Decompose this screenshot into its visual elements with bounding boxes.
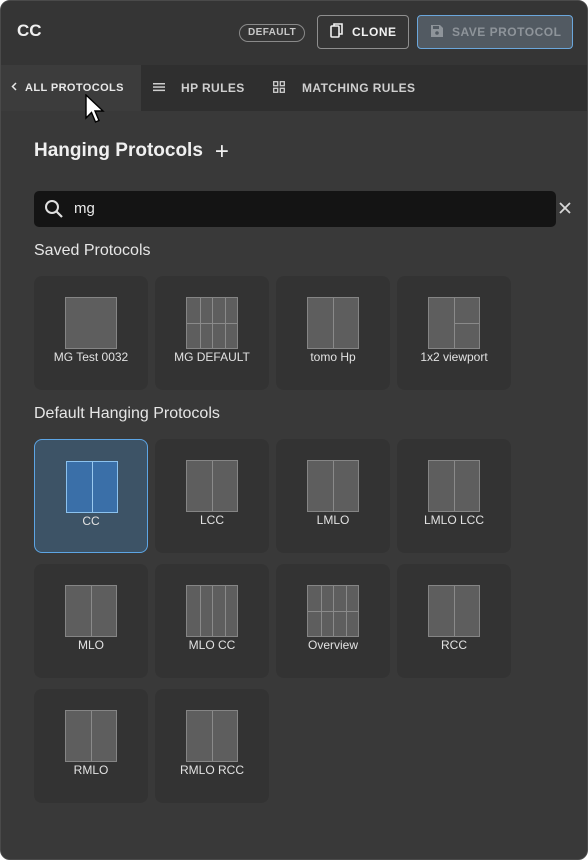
layout-thumbnail (65, 710, 117, 762)
close-icon[interactable] (558, 201, 572, 220)
save-protocol-label: SAVE PROTOCOL (452, 25, 562, 39)
protocol-card-label: CC (82, 514, 100, 528)
layout-thumbnail (428, 297, 480, 349)
page-title-row: Hanging Protocols + (34, 139, 229, 163)
protocol-card-label: MG Test 0032 (53, 350, 129, 364)
protocol-card[interactable]: LMLO (276, 439, 390, 553)
protocol-card-label: LCC (199, 513, 224, 527)
tab-hp-rules[interactable]: HP RULES (153, 65, 245, 111)
grid-icon (273, 80, 285, 96)
saved-protocols-heading: Saved Protocols (34, 242, 151, 259)
menu-lines-icon (153, 81, 165, 95)
protocol-card-label: LMLO LCC (423, 513, 485, 527)
tab-matching-rules-label: MATCHING RULES (302, 81, 416, 95)
protocol-panel: CC DEFAULT CLONE SAVE PROTOCOL ALL PROTO… (0, 0, 588, 860)
protocol-title: CC (17, 21, 42, 40)
save-protocol-button[interactable]: SAVE PROTOCOL (417, 15, 573, 49)
protocol-card[interactable]: MG Test 0032 (34, 276, 148, 390)
protocol-card-label: RCC (441, 638, 467, 652)
layout-thumbnail (307, 297, 359, 349)
protocol-card[interactable]: RMLO (34, 689, 148, 803)
save-icon (430, 24, 444, 41)
mouse-cursor-icon (85, 93, 107, 131)
protocol-card[interactable]: RCC (397, 564, 511, 678)
protocol-card-label: Overview (307, 638, 358, 652)
protocol-card-label: RMLO (73, 763, 109, 777)
protocol-card[interactable]: CC (34, 439, 148, 553)
header: CC DEFAULT CLONE SAVE PROTOCOL (1, 1, 587, 65)
layout-thumbnail (65, 297, 117, 349)
clone-button[interactable]: CLONE (317, 15, 409, 49)
protocol-card[interactable]: MG DEFAULT (155, 276, 269, 390)
copy-icon (330, 22, 344, 42)
protocol-card-label: MLO CC (188, 638, 236, 652)
layout-thumbnail (186, 585, 238, 637)
layout-thumbnail (428, 460, 480, 512)
protocol-card[interactable]: MLO CC (155, 564, 269, 678)
protocol-card[interactable]: Overview (276, 564, 390, 678)
search-field[interactable]: mg (34, 191, 571, 227)
protocol-card-label: LMLO (316, 513, 350, 527)
default-badge: DEFAULT (239, 24, 306, 42)
layout-thumbnail (307, 585, 359, 637)
protocol-card-label: 1x2 viewport (420, 350, 488, 364)
layout-thumbnail (428, 585, 480, 637)
layout-thumbnail (307, 460, 359, 512)
search-icon (44, 199, 64, 224)
protocol-card[interactable]: RMLO RCC (155, 689, 269, 803)
tab-all-protocols[interactable]: ALL PROTOCOLS (1, 65, 141, 111)
tab-all-protocols-label: ALL PROTOCOLS (25, 82, 124, 94)
protocol-card-label: tomo Hp (310, 350, 356, 364)
add-protocol-icon[interactable]: + (215, 139, 229, 163)
clone-label: CLONE (352, 25, 397, 39)
protocol-card[interactable]: LCC (155, 439, 269, 553)
protocol-card-label: MG DEFAULT (174, 350, 250, 364)
protocol-card[interactable]: LMLO LCC (397, 439, 511, 553)
page-title: Hanging Protocols (34, 140, 203, 161)
tab-hp-rules-label: HP RULES (181, 81, 245, 95)
protocol-card-label: MLO (77, 638, 104, 652)
tab-matching-rules[interactable]: MATCHING RULES (273, 65, 415, 111)
layout-thumbnail (186, 297, 238, 349)
search-input[interactable]: mg (74, 200, 95, 217)
layout-thumbnail (186, 710, 238, 762)
layout-thumbnail (186, 460, 238, 512)
chevron-left-icon (11, 82, 17, 94)
protocol-card-label: RMLO RCC (179, 763, 244, 777)
default-protocols-heading: Default Hanging Protocols (34, 405, 220, 422)
layout-thumbnail (66, 461, 118, 513)
protocol-card[interactable]: tomo Hp (276, 276, 390, 390)
protocol-card[interactable]: 1x2 viewport (397, 276, 511, 390)
protocol-card[interactable]: MLO (34, 564, 148, 678)
layout-thumbnail (65, 585, 117, 637)
